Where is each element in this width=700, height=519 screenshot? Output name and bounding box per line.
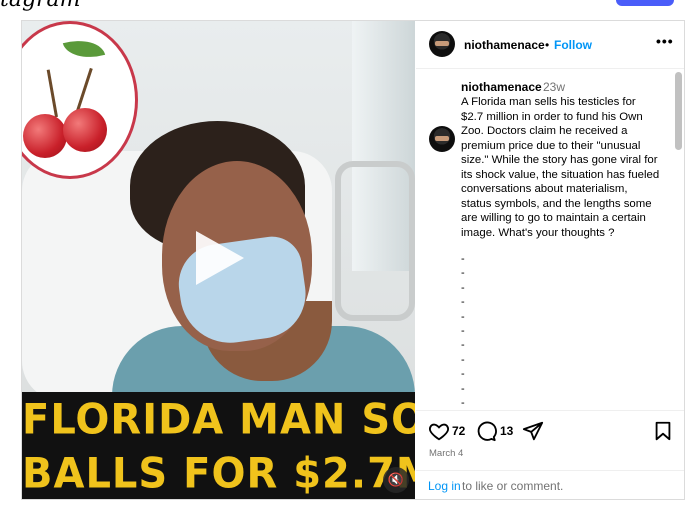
share-icon[interactable] [522, 420, 544, 442]
post-card: FLORIDA MAN SOLD HIS BALLS FOR $2.7M 🔇 n… [21, 20, 685, 500]
caption-username[interactable]: niothamenace [461, 80, 542, 94]
more-options-icon[interactable]: ••• [656, 33, 674, 49]
header-username[interactable]: niothamenace [464, 38, 545, 52]
cherry [63, 108, 107, 152]
video-caption-line-2: BALLS FOR $2.7M [22, 449, 415, 499]
post-header: niothamenace • Follow ••• [416, 21, 684, 69]
like-count[interactable]: 72 [452, 424, 465, 438]
caption-dashes: - - - - - - - - - - - - - - [461, 253, 465, 409]
avatar[interactable] [429, 31, 455, 57]
post-age[interactable]: 23w [543, 80, 565, 94]
cherry-stem [46, 69, 58, 118]
comment-count[interactable]: 13 [500, 424, 513, 438]
login-link[interactable]: Log in [428, 479, 461, 493]
scrollbar[interactable] [675, 72, 682, 150]
comment-icon[interactable] [475, 420, 497, 442]
login-prompt-text: to like or comment. [462, 479, 564, 493]
play-icon[interactable] [196, 231, 244, 285]
cherry-leaf [62, 33, 106, 65]
separator-dot: • [545, 38, 550, 52]
post-sidebar: niothamenace • Follow ••• niothamenace 2… [416, 21, 684, 499]
mute-icon[interactable]: 🔇 [383, 467, 409, 493]
comments-area[interactable]: niothamenace 23w A Florida man sells his… [416, 69, 684, 409]
instagram-logo[interactable]: tagram [0, 0, 81, 12]
bookmark-icon[interactable] [652, 420, 674, 442]
post-caption: A Florida man sells his testicles for $2… [461, 96, 660, 239]
action-bar: 72 13 March 4 [416, 410, 684, 471]
login-footer: Log in to like or comment. [416, 470, 684, 500]
top-bar: tagram [0, 0, 700, 14]
video-bedrail [335, 161, 415, 321]
video-caption-line-1: FLORIDA MAN SOLD HIS [22, 395, 415, 445]
cherry [23, 114, 67, 158]
heart-icon[interactable] [428, 420, 450, 442]
follow-button[interactable]: Follow [554, 38, 592, 52]
post-date[interactable]: March 4 [429, 448, 463, 459]
video-player[interactable]: FLORIDA MAN SOLD HIS BALLS FOR $2.7M 🔇 [22, 21, 415, 499]
avatar[interactable] [429, 126, 455, 152]
top-action-button[interactable] [616, 0, 674, 6]
